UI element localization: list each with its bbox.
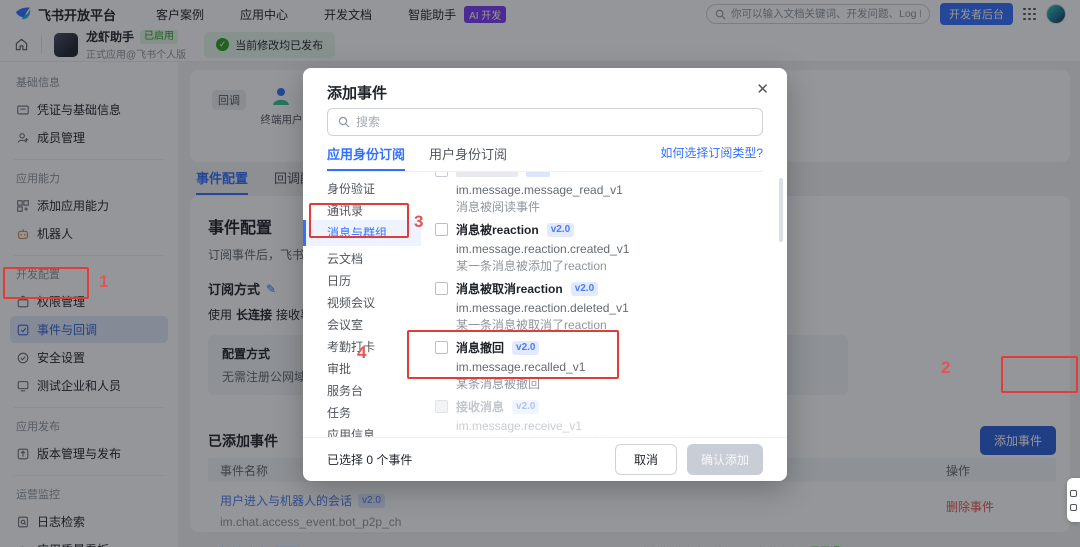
cancel-button[interactable]: 取消 [615, 444, 677, 475]
annotation-number-3: 3 [414, 212, 423, 232]
annotation-box-2 [1001, 356, 1078, 393]
event-name: 接收消息 [456, 398, 504, 415]
event-code: im.message.receive_v1 [456, 419, 765, 433]
event-item: 消息被reaction v2.0 im.message.reaction.cre… [435, 221, 765, 273]
category-calendar[interactable]: 日历 [303, 268, 421, 290]
event-desc: 某一条消息被添加了reaction [456, 259, 765, 273]
add-event-modal: 添加事件 ✕ 应用身份订阅 用户身份订阅 如何选择订阅类型? 身份验证 通讯录 … [303, 68, 787, 481]
checkbox[interactable] [435, 223, 448, 236]
annotation-number-1: 1 [99, 272, 108, 292]
modal-event-list: im.message.message_read_v1 消息被阅读事件 消息被re… [435, 172, 765, 437]
helper-icon [1070, 490, 1077, 497]
event-desc: 某条消息被撤回 [456, 377, 765, 391]
tab-app-identity-subscribe[interactable]: 应用身份订阅 [327, 144, 405, 171]
event-name: 消息被reaction [456, 221, 539, 238]
event-desc: 消息被阅读事件 [456, 200, 765, 214]
event-name: 消息被取消reaction [456, 280, 563, 297]
event-item-disabled: 接收消息 v2.0 im.message.receive_v1 用户发送新消息至… [435, 398, 765, 437]
annotation-number-2: 2 [941, 358, 950, 378]
category-meeting-room[interactable]: 会议室 [303, 312, 421, 334]
confirm-add-button[interactable]: 确认添加 [687, 444, 763, 475]
checkbox-disabled [435, 400, 448, 413]
version-badge: v2.0 [571, 282, 598, 296]
floating-helper-widget[interactable] [1067, 478, 1080, 522]
annotation-box-1 [3, 267, 89, 299]
modal-search[interactable] [327, 108, 763, 136]
version-badge: v2.0 [512, 400, 539, 414]
event-item-clipped: im.message.message_read_v1 消息被阅读事件 [435, 172, 765, 214]
modal-footer: 已选择 0 个事件 取消 确认添加 [303, 437, 787, 481]
tab-user-identity-subscribe[interactable]: 用户身份订阅 [429, 144, 507, 171]
selected-count: 已选择 0 个事件 [327, 451, 412, 468]
annotation-box-3 [309, 203, 409, 238]
category-task[interactable]: 任务 [303, 400, 421, 422]
category-helpdesk[interactable]: 服务台 [303, 378, 421, 400]
subscribe-type-help-link[interactable]: 如何选择订阅类型? [660, 144, 763, 171]
screen: 飞书开放平台 客户案例 应用中心 开发文档 智能助手 AI 开发 开发者后台 [0, 0, 1080, 547]
feedback-icon [1070, 504, 1077, 511]
event-code: im.message.reaction.deleted_v1 [456, 301, 765, 315]
category-app-info[interactable]: 应用信息 [303, 422, 421, 437]
category-identity[interactable]: 身份验证 [303, 176, 421, 198]
version-badge: v2.0 [547, 223, 574, 237]
category-docs[interactable]: 云文档 [303, 246, 421, 268]
checkbox[interactable] [435, 282, 448, 295]
modal-title: 添加事件 [327, 82, 387, 103]
annotation-box-4 [407, 330, 619, 379]
event-item: 消息被取消reaction v2.0 im.message.reaction.d… [435, 280, 765, 332]
event-code: im.message.message_read_v1 [456, 183, 765, 197]
modal-search-input[interactable] [356, 115, 752, 129]
category-video-meeting[interactable]: 视频会议 [303, 290, 421, 312]
event-code: im.message.reaction.created_v1 [456, 242, 765, 256]
close-icon[interactable]: ✕ [756, 80, 769, 98]
scrollbar-thumb[interactable] [779, 178, 783, 242]
annotation-number-4: 4 [357, 343, 366, 363]
search-icon [338, 116, 350, 128]
modal-tabs: 应用身份订阅 用户身份订阅 如何选择订阅类型? [327, 144, 763, 172]
